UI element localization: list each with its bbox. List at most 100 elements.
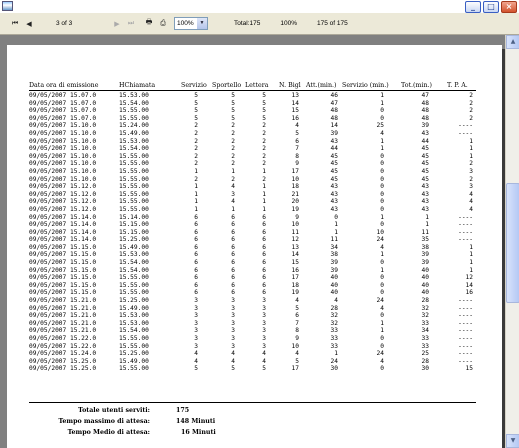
table-cell: 6 (262, 251, 266, 259)
table-row: 09/05/2007 15.10.0 15.54.00 2 2 2 7 44 1 45 1 (29, 145, 476, 153)
table-cell: ---- (458, 319, 473, 327)
table-cell: 43 (330, 190, 338, 198)
table-cell: 4 (380, 357, 384, 365)
table-row: 09/05/2007 15.21.0 15.53.00 3 3 3 7 32 1 33 ---- (29, 320, 476, 328)
print-setup-icon[interactable]: ⎙ (158, 19, 168, 29)
next-page-icon[interactable]: ▶ (112, 19, 122, 29)
table-cell: 3 (194, 327, 198, 335)
table-cell: 1 (469, 266, 473, 274)
table-cell: 2 (194, 122, 198, 130)
scroll-down-icon[interactable]: ▼ (506, 434, 519, 448)
table-cell: 09/05/2007 15.15.0 (29, 259, 97, 267)
table-cell: 09/05/2007 15.12.0 (29, 183, 97, 191)
table-cell: 24 (330, 357, 338, 365)
table-cell: 09/05/2007 15.10.0 (29, 122, 97, 130)
table-cell: 15.53.00 (119, 251, 149, 259)
vertical-scrollbar[interactable]: ▲ ▼ (505, 35, 519, 448)
table-row: 09/05/2007 15.15.0 15.49.00 6 6 6 13 34 4 38 1 (29, 244, 476, 252)
table-cell: 1 (380, 251, 384, 259)
table-cell: 15.15.00 (119, 221, 149, 229)
zoom-select[interactable]: 100% ▼ (174, 17, 208, 30)
table-row: 09/05/2007 15.10.0 15.55.00 2 2 2 10 45 0 45 2 (29, 176, 476, 184)
table-cell: 09/05/2007 15.14.0 (29, 213, 97, 221)
table-cell: ---- (458, 350, 473, 358)
table-cell: 4 (194, 357, 198, 365)
table-cell: 6 (262, 274, 266, 282)
table-cell: 2 (262, 175, 266, 183)
table-cell: 5 (194, 99, 198, 107)
table-cell: 3 (231, 335, 235, 342)
table-cell: 2 (194, 129, 198, 137)
table-cell: 15.55.00 (119, 342, 149, 350)
table-cell: 18 (291, 281, 299, 289)
table-cell: 1 (380, 319, 384, 327)
table-cell: 2 (469, 160, 473, 168)
maximize-button[interactable]: □ (483, 1, 499, 13)
table-cell: 10 (291, 342, 299, 350)
table-cell: 15.49.00 (119, 357, 149, 365)
table-cell: 4 (295, 297, 299, 305)
chevron-down-icon[interactable]: ▼ (197, 18, 207, 29)
table-cell: 2 (194, 145, 198, 153)
table-cell: 15.53.00 (119, 312, 149, 320)
table-cell: 15.54.00 (119, 259, 149, 267)
table-cell: 30 (330, 365, 338, 373)
table-cell: 3 (231, 312, 235, 320)
table-cell: 09/05/2007 15.14.0 (29, 236, 97, 244)
table-cell: 47 (330, 99, 338, 107)
print-icon[interactable]: 🖶 (144, 19, 154, 29)
table-row: 09/05/2007 15.22.0 15.55.00 3 3 3 10 33 0 33 ---- (29, 343, 476, 351)
table-cell: 1 (469, 259, 473, 267)
table-cell: 6 (194, 236, 198, 244)
toolbar: ⏮ ◀ 3 of 3 ▶ ⏭ 🖶 ⎙ 100% ▼ Total:175 100%… (0, 13, 519, 35)
table-cell: 33 (330, 335, 338, 342)
table-row: 09/05/2007 15.15.0 15.53.00 6 6 6 14 38 1 39 1 (29, 251, 476, 259)
table-row: 09/05/2007 15.21.0 15.53.00 3 3 3 6 32 0 32 ---- (29, 312, 476, 320)
table-cell: 2 (231, 152, 235, 160)
table-cell: 16 (291, 266, 299, 274)
table-cell: 6 (194, 221, 198, 229)
table-cell: 40 (421, 266, 429, 274)
table-cell: 09/05/2007 15.21.0 (29, 327, 97, 335)
scroll-up-icon[interactable]: ▲ (506, 35, 519, 49)
table-cell: 9 (295, 160, 299, 168)
table-cell: 5 (295, 129, 299, 137)
first-page-icon[interactable]: ⏮ (10, 19, 20, 29)
table-cell: 5 (262, 114, 266, 122)
table-cell: ---- (458, 304, 473, 312)
table-cell: 3 (231, 327, 235, 335)
table-cell: 15.49.00 (119, 304, 149, 312)
table-cell: 15.49.00 (119, 243, 149, 251)
table-row: 09/05/2007 15.10.0 15.55.00 2 2 2 9 45 0 45 2 (29, 160, 476, 168)
table-cell: 1 (469, 145, 473, 153)
table-cell: 40 (330, 289, 338, 297)
table-cell: 0 (380, 198, 384, 206)
scroll-thumb[interactable] (506, 183, 519, 303)
table-cell: 3 (262, 319, 266, 327)
table-cell: 28 (421, 297, 429, 305)
table-cell: 1 (469, 137, 473, 145)
table-cell: 43 (421, 129, 429, 137)
table-cell: 6 (231, 259, 235, 267)
table-cell: 3 (262, 335, 266, 342)
close-button[interactable]: × (501, 1, 517, 13)
last-page-icon[interactable]: ⏭ (126, 19, 136, 29)
table-row: 09/05/2007 15.21.0 15.54.00 3 3 3 8 33 1 34 ---- (29, 327, 476, 335)
table-cell: 0 (380, 152, 384, 160)
table-cell: 6 (231, 243, 235, 251)
table-cell: 2 (469, 114, 473, 122)
prev-page-icon[interactable]: ◀ (24, 19, 34, 29)
table-cell: 14 (330, 122, 338, 130)
table-cell: 6 (231, 228, 235, 236)
table-cell: 4 (380, 243, 384, 251)
table-cell: 14 (291, 251, 299, 259)
table-cell: 3 (194, 342, 198, 350)
table-cell: 15 (465, 365, 473, 373)
table-cell: 1 (334, 350, 338, 358)
table-cell: 45 (421, 152, 429, 160)
table-cell: 19 (291, 289, 299, 297)
table-cell: 09/05/2007 15.14.0 (29, 228, 97, 236)
header-totale: Tot.(min.) (401, 82, 432, 89)
table-cell: 1 (469, 152, 473, 160)
minimize-button[interactable]: _ (465, 1, 481, 13)
